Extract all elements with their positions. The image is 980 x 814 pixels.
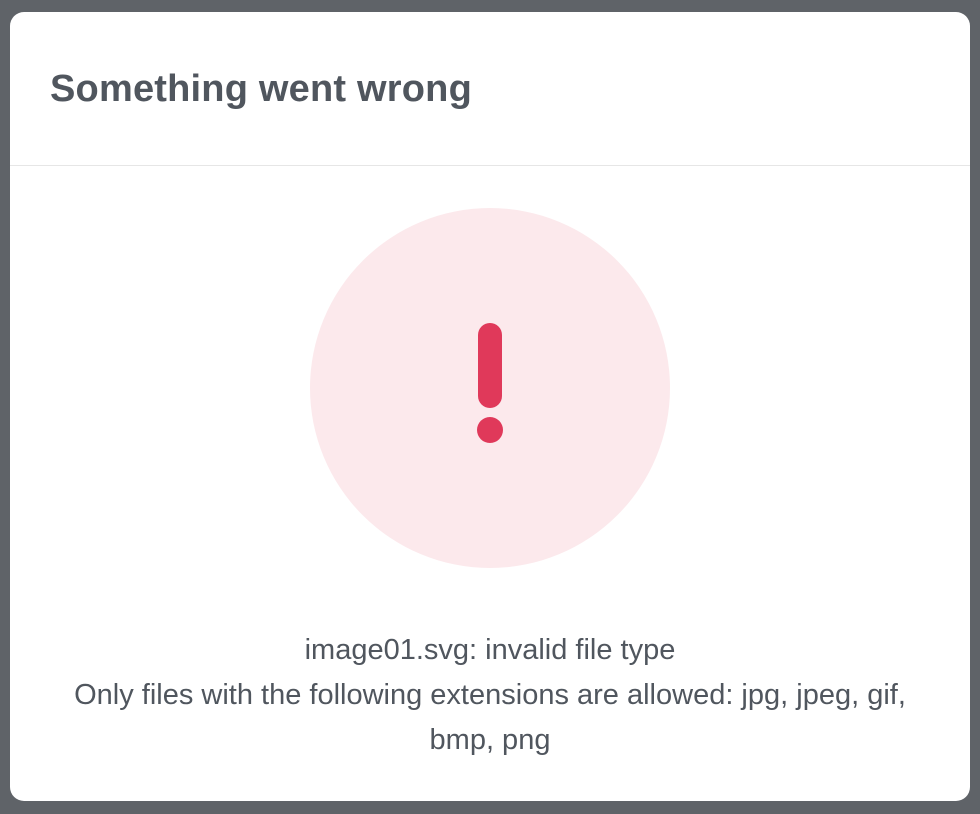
dialog-title: Something went wrong	[50, 68, 472, 110]
allowed-extensions-line: Only files with the following extensions…	[74, 679, 906, 756]
error-message: image01.svg: invalid file type Only file…	[50, 628, 930, 763]
exclamation-icon	[477, 323, 503, 443]
error-line: image01.svg: invalid file type	[304, 634, 676, 666]
dialog-header: Something went wrong	[10, 12, 970, 166]
error-dialog: Something went wrong image01.svg: invali…	[10, 12, 970, 801]
dialog-body: image01.svg: invalid file type Only file…	[10, 166, 970, 800]
error-icon-circle	[310, 208, 670, 568]
